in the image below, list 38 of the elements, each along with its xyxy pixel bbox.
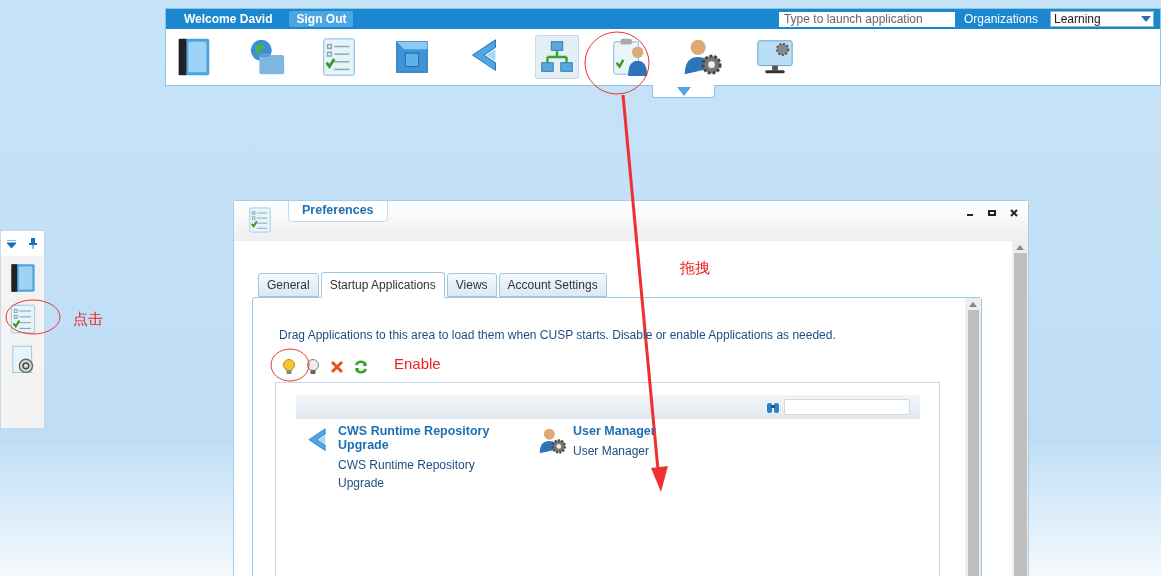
caret-down-icon — [7, 239, 17, 248]
tab[interactable]: Views — [446, 273, 497, 297]
launch-search-field[interactable]: Type to launch application — [778, 11, 955, 27]
annotation-circle — [584, 31, 650, 95]
welcome-text: Welcome David — [184, 11, 273, 28]
annotation-circle — [270, 348, 310, 382]
person-gear-icon — [537, 426, 567, 456]
scrollbar-thumb[interactable] — [967, 310, 979, 576]
lightbulb-icon[interactable] — [281, 358, 297, 376]
app-title[interactable]: CWS Runtime Repository Upgrade — [338, 424, 523, 452]
annotation-text: 拖拽 — [680, 258, 710, 278]
pin-icon — [29, 238, 38, 249]
window-title: Preferences — [288, 201, 388, 222]
tab[interactable]: Startup Applications — [320, 272, 445, 298]
annotation-text: 点击 — [73, 309, 103, 329]
scroll-up-icon[interactable] — [969, 300, 977, 310]
checklist-icon — [246, 206, 274, 234]
tab[interactable]: Account Settings — [498, 273, 607, 297]
refresh-icon[interactable] — [353, 359, 369, 375]
app-description: User Manager — [573, 443, 651, 460]
binoculars-icon — [766, 400, 780, 414]
maximize-button[interactable] — [986, 207, 998, 219]
scrollbar-thumb[interactable] — [1013, 253, 1027, 576]
app-description: CWS Runtime Repository Upgrade — [338, 457, 476, 492]
scroll-up-icon[interactable] — [1016, 243, 1024, 253]
caret-icon — [1141, 16, 1151, 22]
close-button[interactable] — [1008, 207, 1020, 219]
delete-icon[interactable] — [329, 359, 345, 375]
expand-tab-button[interactable] — [652, 85, 715, 98]
organizations-label: Organizations — [963, 11, 1038, 28]
chevron-down-icon — [676, 86, 691, 96]
annotation-circle — [5, 299, 61, 335]
annotation-text: Enable — [394, 354, 441, 374]
filter-search-field[interactable] — [784, 399, 910, 415]
close-icon — [1010, 209, 1018, 217]
lightbulb-icon[interactable] — [305, 358, 321, 376]
tab[interactable]: General — [258, 273, 319, 297]
organization-dropdown[interactable]: Learning — [1050, 11, 1154, 27]
